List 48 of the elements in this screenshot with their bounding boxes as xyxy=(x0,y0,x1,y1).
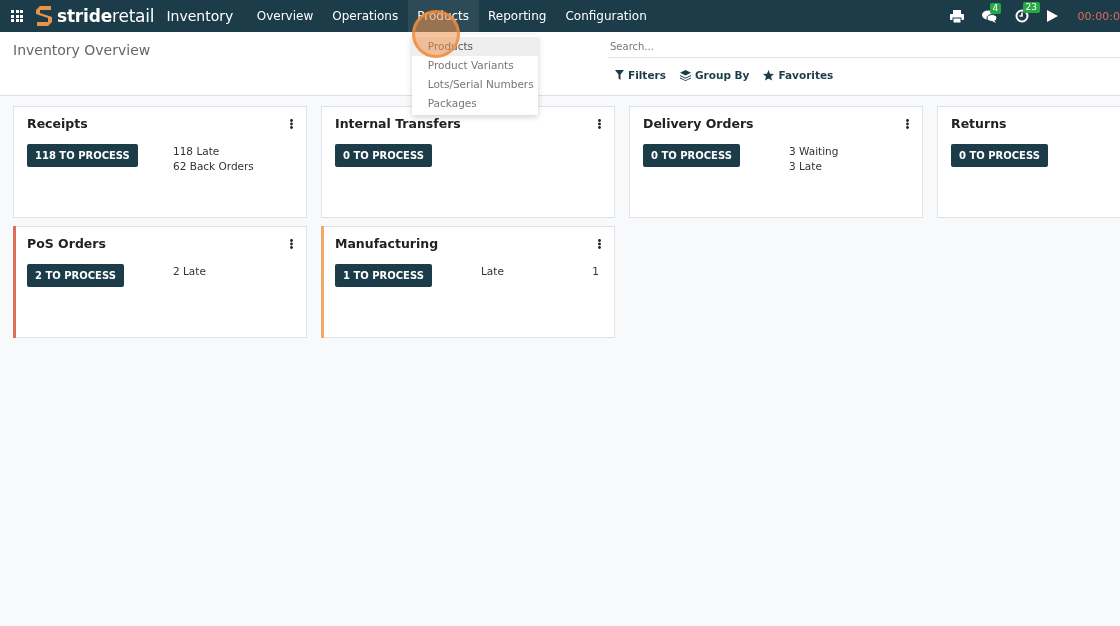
layers-icon xyxy=(679,69,691,81)
card-title: Internal Transfers xyxy=(335,116,461,131)
apps-menu-icon[interactable] xyxy=(11,10,23,22)
brand-name: strideretail xyxy=(57,6,155,26)
to-process-button[interactable]: 118 TO PROCESS xyxy=(27,144,138,167)
more-options-icon[interactable] xyxy=(906,118,909,129)
dropdown-item[interactable]: Packages xyxy=(411,94,538,113)
menu-item[interactable]: Reporting xyxy=(478,0,556,32)
stat-label[interactable]: Late xyxy=(481,265,504,277)
menu-item[interactable]: Overview xyxy=(247,0,323,32)
stat-link[interactable]: 62 Back Orders xyxy=(173,160,293,172)
card-title: Delivery Orders xyxy=(643,116,754,131)
clock-icon[interactable] xyxy=(1014,9,1029,23)
card-title: Returns xyxy=(951,116,1007,131)
more-options-icon[interactable] xyxy=(598,118,601,129)
more-options-icon[interactable] xyxy=(290,118,293,129)
stat-link[interactable]: 3 Waiting xyxy=(789,145,909,157)
counter-badge: 23 xyxy=(1022,2,1041,13)
timer: 00:00:0 xyxy=(1077,9,1120,23)
printer-icon[interactable] xyxy=(949,9,964,23)
more-options-icon[interactable] xyxy=(290,238,293,249)
star-icon xyxy=(763,69,775,81)
stat-link[interactable]: 2 Late xyxy=(173,265,293,277)
to-process-button[interactable]: 0 TO PROCESS xyxy=(643,144,740,167)
filter-button[interactable]: Filters xyxy=(615,69,666,81)
card-title: Receipts xyxy=(27,116,88,131)
to-process-button[interactable]: 0 TO PROCESS xyxy=(951,144,1048,167)
card-title: Manufacturing xyxy=(335,236,439,251)
stat-link[interactable]: 3 Late xyxy=(789,160,909,172)
filter-icon xyxy=(615,70,624,80)
play-icon[interactable] xyxy=(1046,10,1058,22)
menu-item[interactable]: Configuration xyxy=(555,0,657,32)
to-process-button[interactable]: 1 TO PROCESS xyxy=(335,264,432,287)
app-title[interactable]: Inventory xyxy=(166,8,234,24)
to-process-button[interactable]: 2 TO PROCESS xyxy=(27,264,124,287)
stat-value: 1 xyxy=(592,265,599,277)
logo-icon xyxy=(35,4,53,28)
dropdown-item[interactable]: Product Variants xyxy=(411,56,538,75)
stat-link[interactable]: 118 Late xyxy=(173,145,293,157)
to-process-button[interactable]: 0 TO PROCESS xyxy=(335,144,432,167)
menu-item[interactable]: Operations xyxy=(322,0,408,32)
card-title: PoS Orders xyxy=(27,236,106,251)
more-options-icon[interactable] xyxy=(598,238,601,249)
filter-button[interactable]: Favorites xyxy=(763,69,834,81)
counter-badge: 4 xyxy=(989,2,1002,14)
page-title: Inventory Overview xyxy=(13,42,151,58)
filter-button[interactable]: Group By xyxy=(679,69,750,81)
dropdown-item[interactable]: Lots/Serial Numbers xyxy=(411,75,538,94)
